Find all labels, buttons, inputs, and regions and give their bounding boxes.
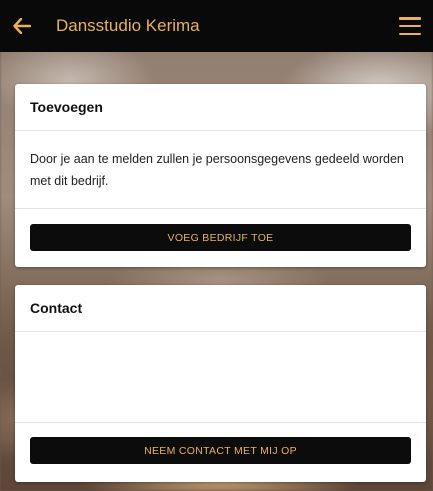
add-company-button[interactable]: VOEG BEDRIJF TOE xyxy=(30,224,411,251)
contact-me-button[interactable]: NEEM CONTACT MET MIJ OP xyxy=(30,437,411,464)
contact-card-title: Contact xyxy=(15,285,426,332)
contact-card-body xyxy=(15,332,426,423)
add-card-title: Toevoegen xyxy=(15,84,426,131)
add-card-body: Door je aan te melden zullen je persoons… xyxy=(15,131,426,209)
hamburger-menu-icon-line xyxy=(399,24,421,28)
hamburger-menu-icon-line xyxy=(399,32,421,35)
app-bar: Dansstudio Kerima xyxy=(0,0,433,52)
back-button[interactable] xyxy=(10,14,34,38)
app-title: Dansstudio Kerima xyxy=(56,16,200,35)
add-card: Toevoegen Door je aan te melden zullen j… xyxy=(15,84,426,267)
arrow-left-icon xyxy=(13,18,31,34)
menu-button[interactable] xyxy=(399,17,421,35)
contact-card: Contact NEEM CONTACT MET MIJ OP xyxy=(15,285,426,482)
hamburger-menu-icon xyxy=(399,17,421,20)
